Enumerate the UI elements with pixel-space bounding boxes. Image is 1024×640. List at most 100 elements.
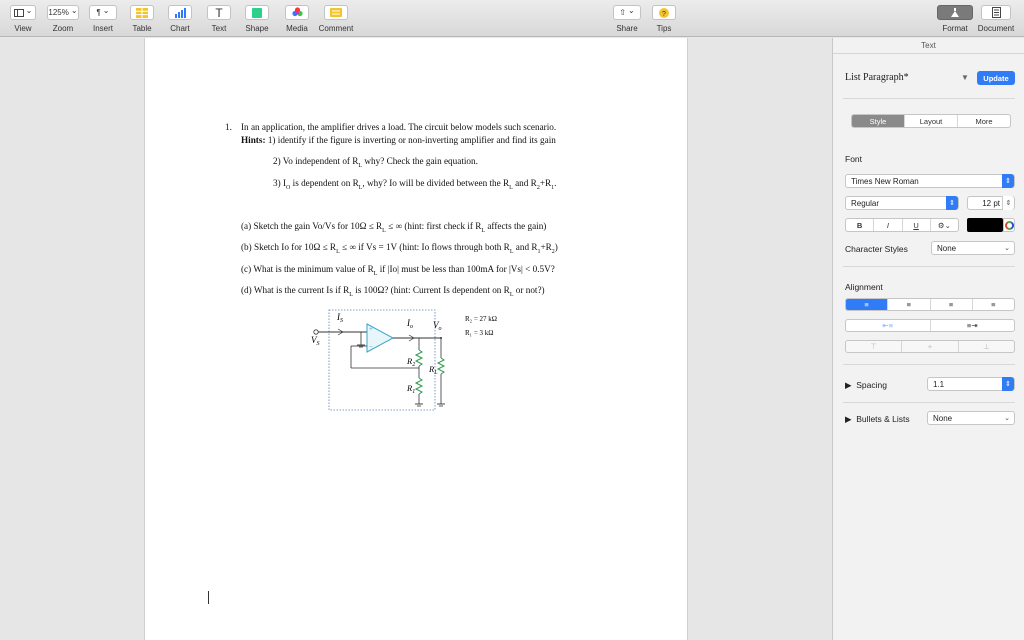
italic-button[interactable]: I — [874, 219, 903, 231]
font-family-select[interactable]: Times New Roman ⇕ — [845, 174, 1015, 188]
table-icon[interactable] — [130, 5, 154, 20]
paragraph-style-dropdown-icon[interactable]: ▼ — [961, 73, 969, 82]
font-typeface-select[interactable]: Regular ⇕ — [845, 196, 959, 210]
text-box-icon[interactable]: T — [207, 5, 231, 20]
paragraph-style-name[interactable]: List Paragraph* — [845, 72, 909, 83]
shape-tool[interactable]: Shape — [244, 5, 270, 33]
align-center-icon[interactable]: ≡ — [888, 299, 931, 310]
r2-resistor — [414, 349, 424, 367]
text-insertion-cursor — [208, 591, 209, 604]
align-bottom-icon[interactable]: ⊥ — [959, 341, 1014, 352]
spacing-value: 1.1 — [933, 379, 945, 389]
part-b-rest: ≤ ∞ if Vs = 1V (hint: Io flows through b… — [339, 242, 510, 252]
paragraph-icon[interactable]: ¶ — [89, 5, 117, 20]
view-tool[interactable]: View — [8, 5, 38, 33]
view-sidebar-icon[interactable] — [10, 5, 36, 20]
chart-icon[interactable] — [168, 5, 192, 20]
zoom-tool[interactable]: 125% Zoom — [46, 5, 80, 33]
insert-tool[interactable]: ¶ Insert — [88, 5, 118, 33]
text-style-buttons: B I U ⚙︎⌄ — [845, 218, 959, 232]
bullets-select[interactable]: None ⌄ — [927, 411, 1015, 425]
rl-resistor — [436, 357, 446, 375]
text-tool[interactable]: T Text — [206, 5, 232, 33]
shape-icon[interactable] — [245, 5, 269, 20]
document-tool[interactable]: Document — [976, 5, 1016, 33]
character-styles-label: Character Styles — [845, 244, 908, 254]
chart-tool[interactable]: Chart — [166, 5, 194, 33]
align-top-icon[interactable]: ⊤ — [846, 341, 903, 352]
align-justify-icon[interactable]: ≡ — [973, 299, 1014, 310]
color-wheel-icon[interactable] — [1003, 218, 1015, 232]
align-left-icon[interactable]: ≡ — [846, 299, 889, 310]
hint-line-2: 2) Vo independent of RL why? Check the g… — [273, 156, 478, 169]
document-page[interactable]: 1. In an application, the amplifier driv… — [144, 38, 688, 640]
font-family-value: Times New Roman — [851, 176, 919, 186]
part-d-end: or not?) — [513, 285, 545, 295]
select-arrows-icon: ⇕ — [1002, 377, 1014, 391]
part-b-mid: and R — [513, 242, 538, 252]
r1-label: R1 — [406, 383, 415, 395]
bold-button[interactable]: B — [846, 219, 875, 231]
chevron-down-icon: ⌄ — [1004, 415, 1010, 422]
part-c-rest: if |Io| must be less than 100mA for |Vs|… — [377, 264, 555, 274]
decrease-indent-icon[interactable]: ⇤≡ — [846, 320, 931, 331]
share-tool[interactable]: ⇧ Share — [612, 5, 642, 33]
tab-style[interactable]: Style — [852, 115, 905, 127]
part-a: (a) Sketch the gain Vo/Vs for 10Ω ≤ RL ≤… — [241, 221, 546, 234]
zoom-select[interactable]: 125% — [47, 5, 79, 20]
tips-tool[interactable]: ? Tips — [650, 5, 678, 33]
hint-3-mid: is dependent on R — [290, 178, 359, 188]
table-label: Table — [132, 24, 152, 33]
toolbar: View 125% Zoom ¶ Insert Table Chart T Te… — [0, 0, 1024, 37]
part-c: (c) What is the minimum value of RL if |… — [241, 264, 555, 277]
align-middle-icon[interactable]: + — [902, 341, 959, 352]
update-style-button[interactable]: Update — [977, 71, 1015, 85]
hint-3-plus: +R — [539, 178, 552, 188]
text-color-swatch[interactable] — [967, 218, 1003, 232]
document-canvas[interactable]: 1. In an application, the amplifier driv… — [0, 38, 832, 640]
r2-label: R2 — [406, 356, 415, 368]
bullets-disclosure[interactable]: ▶ Bullets & Lists — [845, 414, 910, 425]
character-styles-select[interactable]: None ⌄ — [931, 241, 1015, 255]
spacing-label: Spacing — [856, 380, 887, 390]
text-options-gear-icon[interactable]: ⚙︎⌄ — [931, 219, 958, 231]
shape-label: Shape — [245, 24, 269, 33]
font-size-field[interactable]: 12 pt ⇕ — [967, 196, 1015, 210]
select-arrows-icon: ⇕ — [946, 196, 958, 210]
underline-button[interactable]: U — [903, 219, 931, 231]
tips-label: Tips — [656, 24, 672, 33]
hint-1: 1) identify if the figure is inverting o… — [267, 135, 556, 145]
part-a-end: affects the gain) — [485, 221, 547, 231]
hint-2-text: 2) Vo independent of R — [273, 156, 359, 166]
format-tool[interactable]: Format — [936, 5, 974, 33]
tips-icon[interactable]: ? — [652, 5, 676, 20]
part-d-text: (d) What is the current Is if R — [241, 285, 350, 295]
is-label: IS — [336, 312, 343, 324]
hint-2-rest: why? Check the gain equation. — [362, 156, 478, 166]
spacing-select[interactable]: 1.1 ⇕ — [927, 377, 1015, 391]
font-size-stepper-icon[interactable]: ⇕ — [1002, 196, 1014, 210]
hint-3-rest: , why? Io will be divided between the R — [362, 178, 510, 188]
spacing-disclosure[interactable]: ▶ Spacing — [845, 380, 887, 391]
hint-3-end: . — [554, 178, 557, 188]
horizontal-alignment-buttons: ≡ ≡ ≡ ≡ — [845, 298, 1015, 311]
chart-label: Chart — [170, 24, 190, 33]
align-right-icon[interactable]: ≡ — [931, 299, 973, 310]
tab-layout[interactable]: Layout — [905, 115, 958, 127]
r1-value: R₁ = 3 kΩ — [465, 329, 494, 337]
increase-indent-icon[interactable]: ≡⇥ — [931, 320, 1015, 331]
tab-more[interactable]: More — [958, 115, 1010, 127]
question-text: In an application, the amplifier drives … — [241, 122, 557, 132]
opamp-plus: + — [369, 325, 373, 333]
media-tool[interactable]: Media — [283, 5, 311, 33]
table-tool[interactable]: Table — [129, 5, 155, 33]
document-icon[interactable] — [981, 5, 1011, 20]
r2-value: R₂ = 27 kΩ — [465, 315, 497, 323]
share-icon[interactable]: ⇧ — [613, 5, 641, 20]
comment-tool[interactable]: Comment — [318, 5, 354, 33]
media-icon[interactable] — [285, 5, 309, 20]
format-brush-icon[interactable] — [937, 5, 973, 20]
comment-icon[interactable] — [324, 5, 348, 20]
inspector-header: Text — [833, 38, 1024, 54]
circuit-diagram[interactable]: + − IS Io Vo VS R2 R1 RL R₂ = 27 kΩ R₁ =… — [305, 308, 545, 412]
